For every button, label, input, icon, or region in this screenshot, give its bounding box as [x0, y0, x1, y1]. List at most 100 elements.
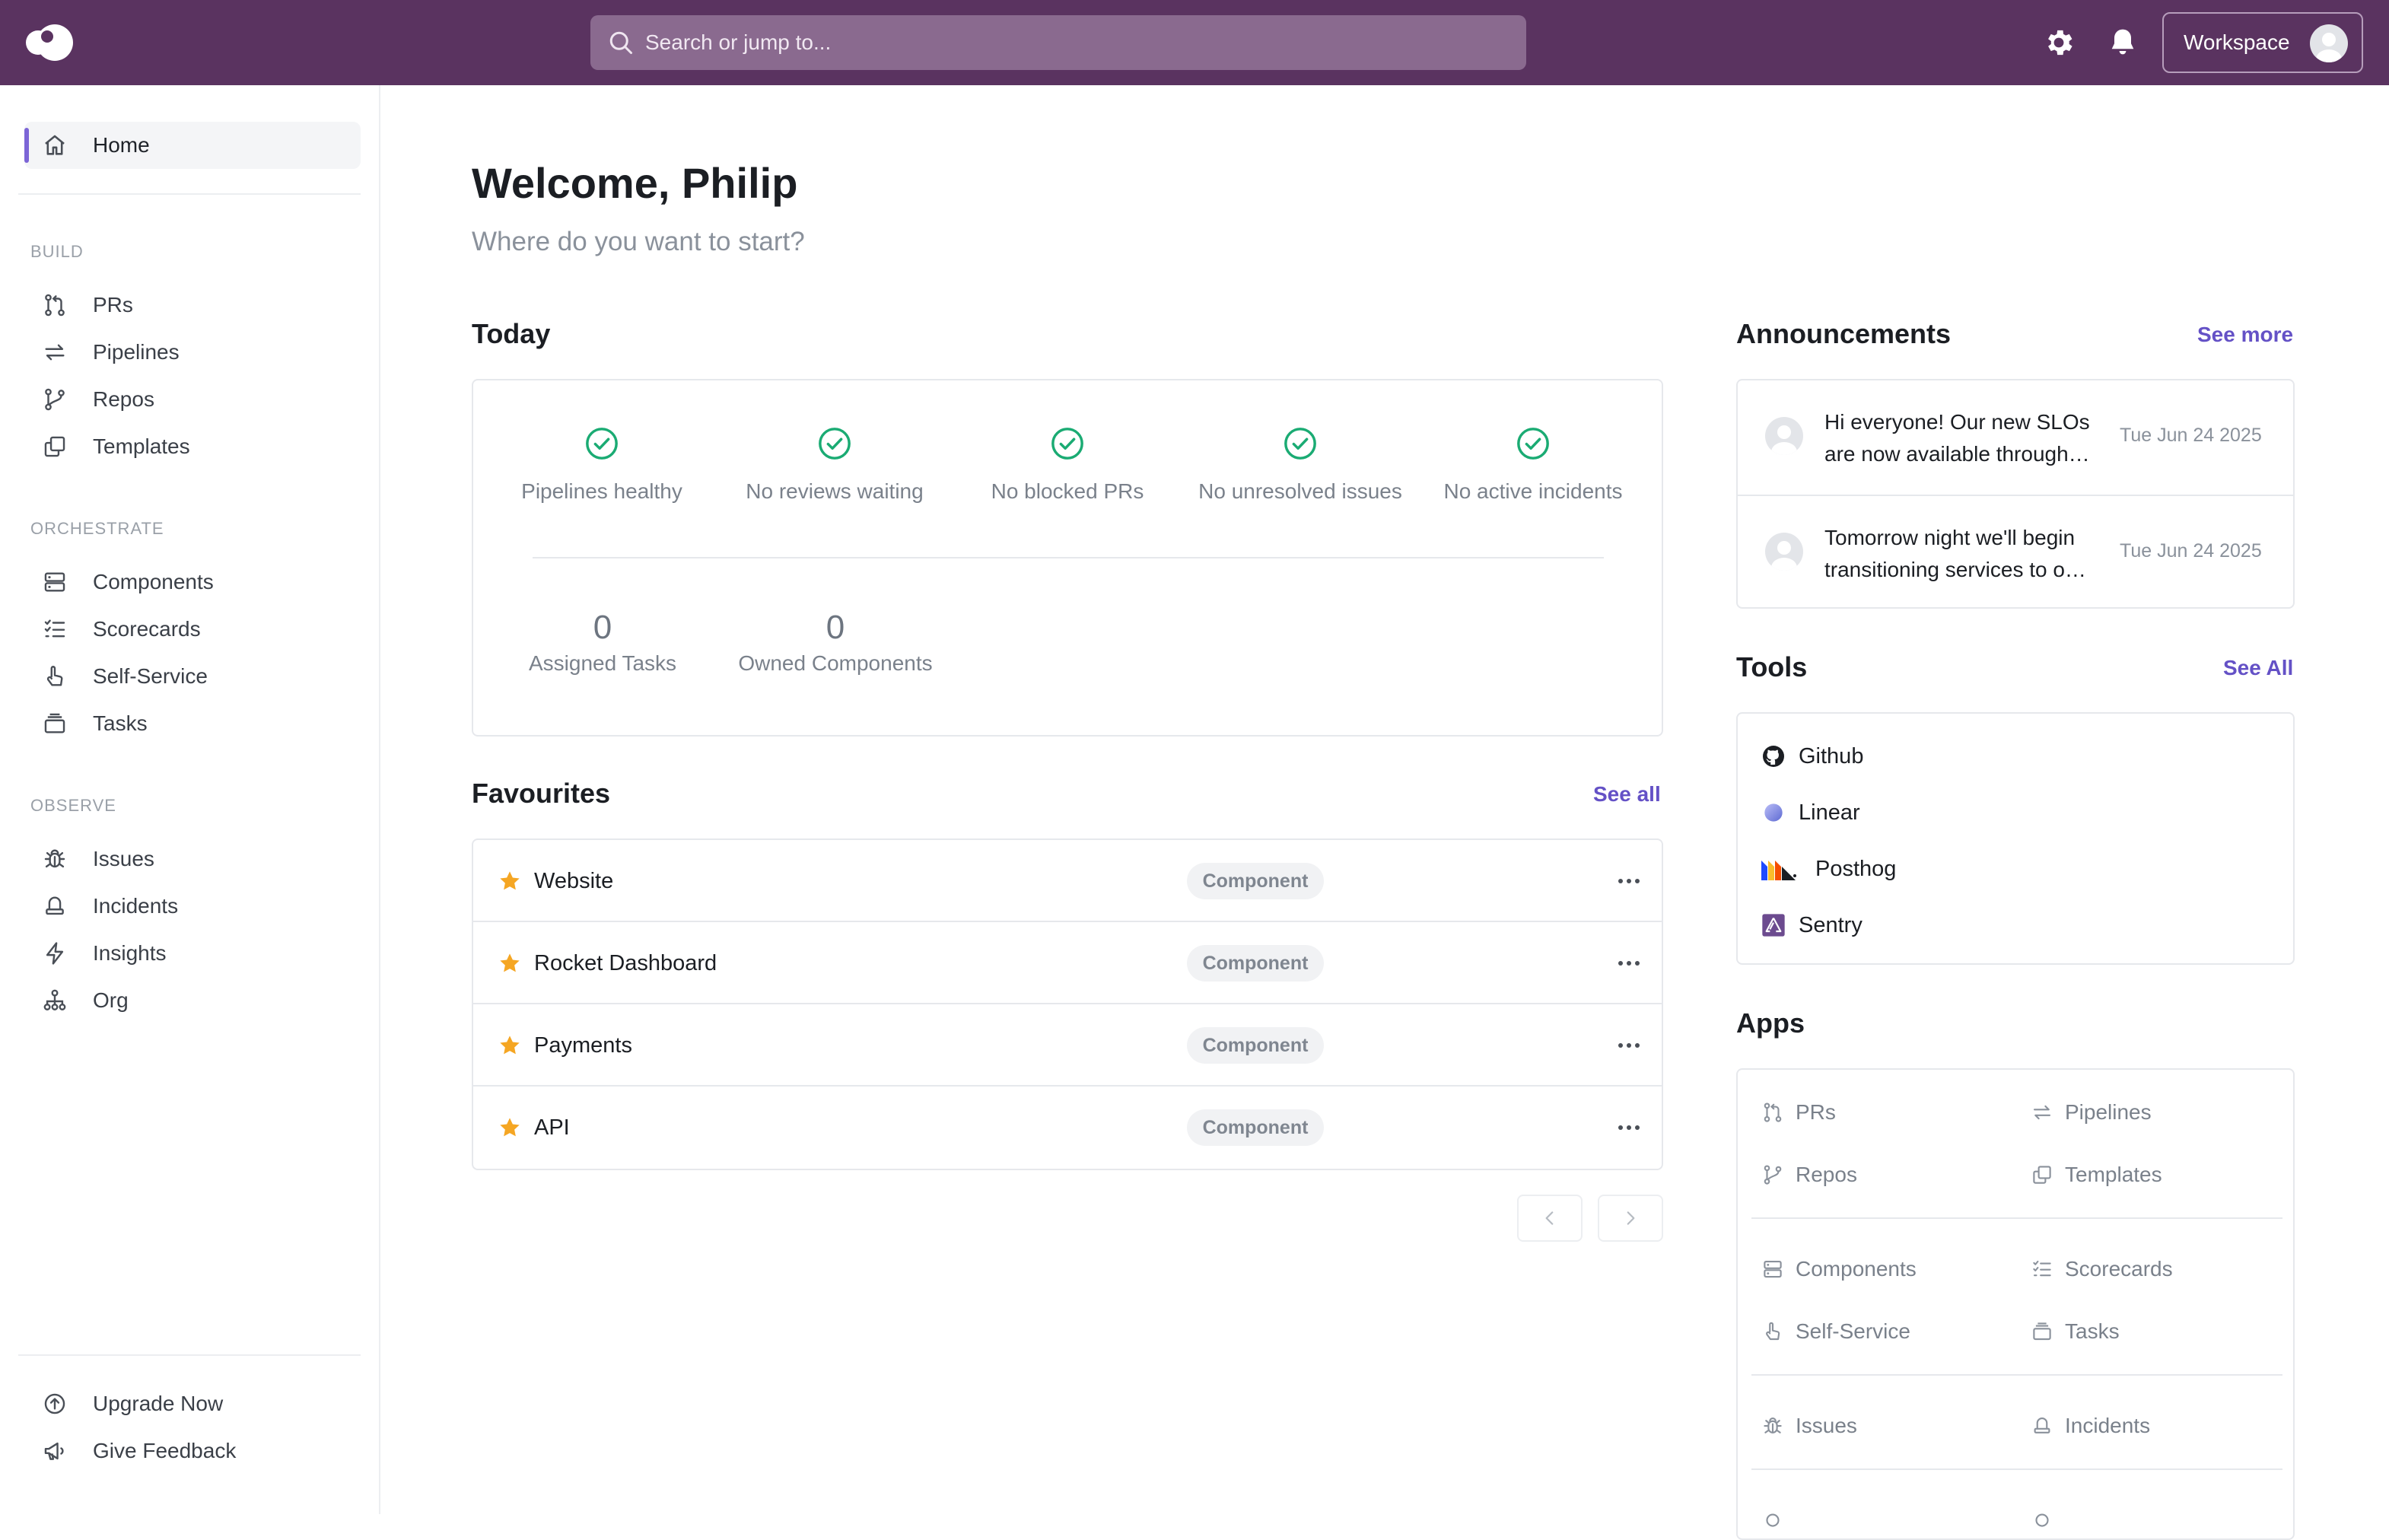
favourite-row-payments[interactable]: Payments Component	[473, 1004, 1662, 1087]
favourites-list: Website Component Rocket Dashboard Compo…	[472, 838, 1663, 1170]
sidebar-item-pipelines[interactable]: Pipelines	[40, 333, 359, 371]
app-icon	[2030, 1508, 2054, 1532]
app-label: Components	[1796, 1257, 1917, 1281]
next-page-button[interactable]	[1598, 1195, 1663, 1242]
app-components[interactable]: Components	[1761, 1252, 1917, 1286]
announcement-item[interactable]: Tomorrow night we'll begin transitioning…	[1738, 495, 2293, 609]
section-label-orchestrate: ORCHESTRATE	[30, 519, 164, 538]
settings-gear-icon[interactable]	[2042, 26, 2076, 59]
sidebar-item-scorecards[interactable]: Scorecards	[40, 610, 359, 648]
count-label: Assigned Tasks	[528, 651, 677, 675]
tool-sentry[interactable]: Sentry	[1761, 908, 1863, 942]
author-avatar	[1765, 417, 1803, 455]
app-issues[interactable]: Issues	[1761, 1409, 1857, 1443]
sidebar-item-insights[interactable]: Insights	[40, 934, 359, 972]
tool-posthog[interactable]: Posthog	[1761, 852, 1896, 886]
give-feedback-button[interactable]: Give Feedback	[40, 1432, 359, 1470]
announcements-see-more-link[interactable]: See more	[2197, 323, 2293, 347]
sidebar-item-self-service[interactable]: Self-Service	[40, 657, 359, 695]
stat-blocked-prs[interactable]: No blocked PRs	[957, 426, 1178, 504]
app-templates[interactable]: Templates	[2030, 1158, 2162, 1192]
favourites-see-all-link[interactable]: See all	[1593, 782, 1661, 807]
check-circle-icon	[1283, 426, 1318, 461]
favourite-row-rocket-dashboard[interactable]: Rocket Dashboard Component	[473, 922, 1662, 1004]
app-logo[interactable]	[24, 21, 75, 64]
app-tasks[interactable]: Tasks	[2030, 1315, 2120, 1348]
sidebar-item-label: Scorecards	[93, 617, 201, 641]
sidebar-item-incidents[interactable]: Incidents	[40, 887, 359, 925]
sidebar-footer-divider	[18, 1354, 361, 1356]
tool-linear[interactable]: Linear	[1761, 796, 1860, 829]
stat-label: No reviews waiting	[746, 479, 924, 503]
app-prs[interactable]: PRs	[1761, 1096, 1836, 1129]
type-badge: Component	[1187, 863, 1324, 899]
stat-label: No blocked PRs	[991, 479, 1144, 503]
sidebar-item-tasks[interactable]: Tasks	[40, 705, 359, 743]
favourite-row-api[interactable]: API Component	[473, 1087, 1662, 1169]
favourite-name: API	[534, 1115, 570, 1140]
upgrade-now-button[interactable]: Upgrade Now	[40, 1385, 359, 1423]
count-value: 0	[825, 609, 845, 646]
favourites-heading: Favourites	[472, 778, 611, 809]
app-incidents[interactable]: Incidents	[2030, 1409, 2150, 1443]
favourite-name: Website	[534, 869, 614, 893]
sidebar-item-prs[interactable]: PRs	[40, 286, 359, 324]
star-icon[interactable]	[498, 951, 522, 975]
stat-unresolved-issues[interactable]: No unresolved issues	[1190, 426, 1411, 504]
section-label-build: BUILD	[30, 242, 84, 261]
previous-page-button[interactable]	[1517, 1195, 1583, 1242]
search-input[interactable]: Search or jump to...	[590, 15, 1526, 70]
star-icon[interactable]	[498, 1033, 522, 1058]
notifications-bell-icon[interactable]	[2106, 26, 2139, 59]
announcement-text: Hi everyone! Our new SLOs are now availa…	[1824, 410, 2090, 466]
app-repos[interactable]: Repos	[1761, 1158, 1857, 1192]
apps-divider	[1751, 1468, 2282, 1470]
top-bar: Search or jump to... Workspace	[0, 0, 2389, 85]
star-icon[interactable]	[498, 869, 522, 893]
sidebar-item-components[interactable]: Components	[40, 563, 359, 601]
app-self-service[interactable]: Self-Service	[1761, 1315, 1910, 1348]
sidebar-item-org[interactable]: Org	[40, 982, 359, 1020]
pipelines-icon	[2030, 1100, 2054, 1125]
tools-see-all-link[interactable]: See All	[2223, 656, 2293, 680]
branch-icon	[1761, 1163, 1785, 1187]
favourite-name: Rocket Dashboard	[534, 951, 717, 975]
tool-label: Linear	[1799, 800, 1860, 825]
sidebar-item-templates[interactable]: Templates	[40, 428, 359, 466]
apps-heading: Apps	[1736, 1007, 1805, 1039]
more-options-icon[interactable]	[1618, 1125, 1640, 1131]
assigned-tasks-count[interactable]: 0 Assigned Tasks	[488, 609, 717, 676]
star-icon[interactable]	[498, 1115, 522, 1140]
sidebar-item-label: Org	[93, 988, 129, 1012]
chevron-right-icon	[1621, 1208, 1640, 1228]
workspace-switcher-button[interactable]: Workspace	[2162, 12, 2363, 73]
announcement-item[interactable]: Hi everyone! Our new SLOs are now availa…	[1738, 380, 2293, 495]
check-circle-icon	[1050, 426, 1085, 461]
sidebar-item-home[interactable]: Home	[24, 122, 361, 169]
app-label: Tasks	[2065, 1319, 2120, 1343]
count-value: 0	[593, 609, 612, 646]
app-pipelines[interactable]: Pipelines	[2030, 1096, 2152, 1129]
owned-components-count[interactable]: 0 Owned Components	[721, 609, 950, 676]
app-partial-row-item[interactable]	[2030, 1503, 2065, 1537]
sidebar-item-issues[interactable]: Issues	[40, 840, 359, 878]
stat-active-incidents[interactable]: No active incidents	[1423, 426, 1643, 504]
app-partial-row-item[interactable]	[1761, 1503, 1796, 1537]
checklist-icon	[40, 614, 70, 644]
announcement-date: Tue Jun 24 2025	[2120, 540, 2262, 562]
siren-icon	[40, 891, 70, 921]
app-label: Pipelines	[2065, 1100, 2152, 1124]
app-label: Self-Service	[1796, 1319, 1910, 1343]
more-options-icon[interactable]	[1618, 960, 1640, 966]
today-heading: Today	[472, 318, 551, 349]
sidebar-item-repos[interactable]: Repos	[40, 380, 359, 418]
today-divider	[533, 557, 1604, 558]
tool-github[interactable]: Github	[1761, 740, 1863, 773]
favourite-row-website[interactable]: Website Component	[473, 840, 1662, 922]
more-options-icon[interactable]	[1618, 878, 1640, 884]
today-card: Pipelines healthy No reviews waiting No …	[472, 379, 1663, 737]
more-options-icon[interactable]	[1618, 1042, 1640, 1048]
app-scorecards[interactable]: Scorecards	[2030, 1252, 2173, 1286]
stat-reviews[interactable]: No reviews waiting	[724, 426, 945, 504]
stat-pipelines-healthy[interactable]: Pipelines healthy	[491, 426, 712, 504]
